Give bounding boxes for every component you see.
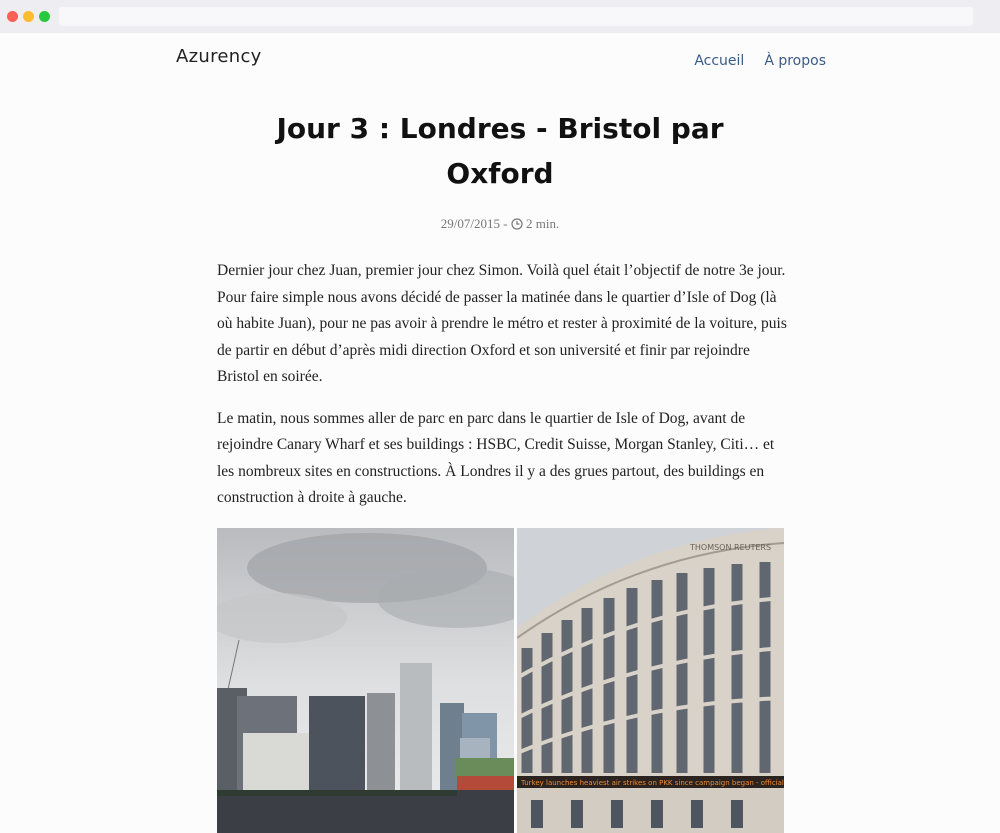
maximize-window-button[interactable]	[39, 11, 50, 22]
site-logo[interactable]: Azurency	[176, 46, 262, 67]
blog-page: Azurency Accueil À propos Jour 3 : Londr…	[0, 33, 1000, 833]
nav-link-a-propos[interactable]: À propos	[764, 53, 826, 69]
photo-canary-wharf-skyline[interactable]	[217, 528, 514, 833]
reading-time: 2 min.	[526, 216, 560, 231]
news-ticker: Turkey launches heaviest air strikes on …	[520, 779, 784, 787]
photo-gallery: THOMSON REUTERS Turkey launches heaviest…	[217, 528, 784, 833]
close-window-button[interactable]	[7, 11, 18, 22]
thomson-reuters-sign: THOMSON REUTERS	[689, 543, 771, 552]
post-title: Jour 3 : Londres - Bristol par Oxford	[250, 106, 750, 196]
post-meta: 29/07/2015 - 2 min.	[0, 216, 1000, 232]
paragraph-2: Le matin, nous sommes aller de parc en p…	[217, 409, 775, 507]
paragraph-1: Dernier jour chez Juan, premier jour che…	[217, 262, 787, 385]
main-nav: Accueil À propos	[694, 53, 826, 69]
clock-icon	[511, 218, 523, 230]
post-date: 29/07/2015	[440, 216, 500, 231]
photo-thomson-reuters-building[interactable]: THOMSON REUTERS Turkey launches heaviest…	[517, 528, 784, 833]
post-body: Dernier jour chez Juan, premier jour che…	[217, 258, 787, 527]
address-bar[interactable]	[59, 7, 973, 26]
post-title-line-1: Jour 3 : Londres - Bristol par	[276, 112, 724, 145]
nav-link-accueil[interactable]: Accueil	[694, 53, 744, 69]
browser-toolbar	[0, 0, 1000, 33]
minimize-window-button[interactable]	[23, 11, 34, 22]
post-title-line-2: Oxford	[446, 157, 554, 190]
meta-separator: -	[503, 216, 508, 231]
